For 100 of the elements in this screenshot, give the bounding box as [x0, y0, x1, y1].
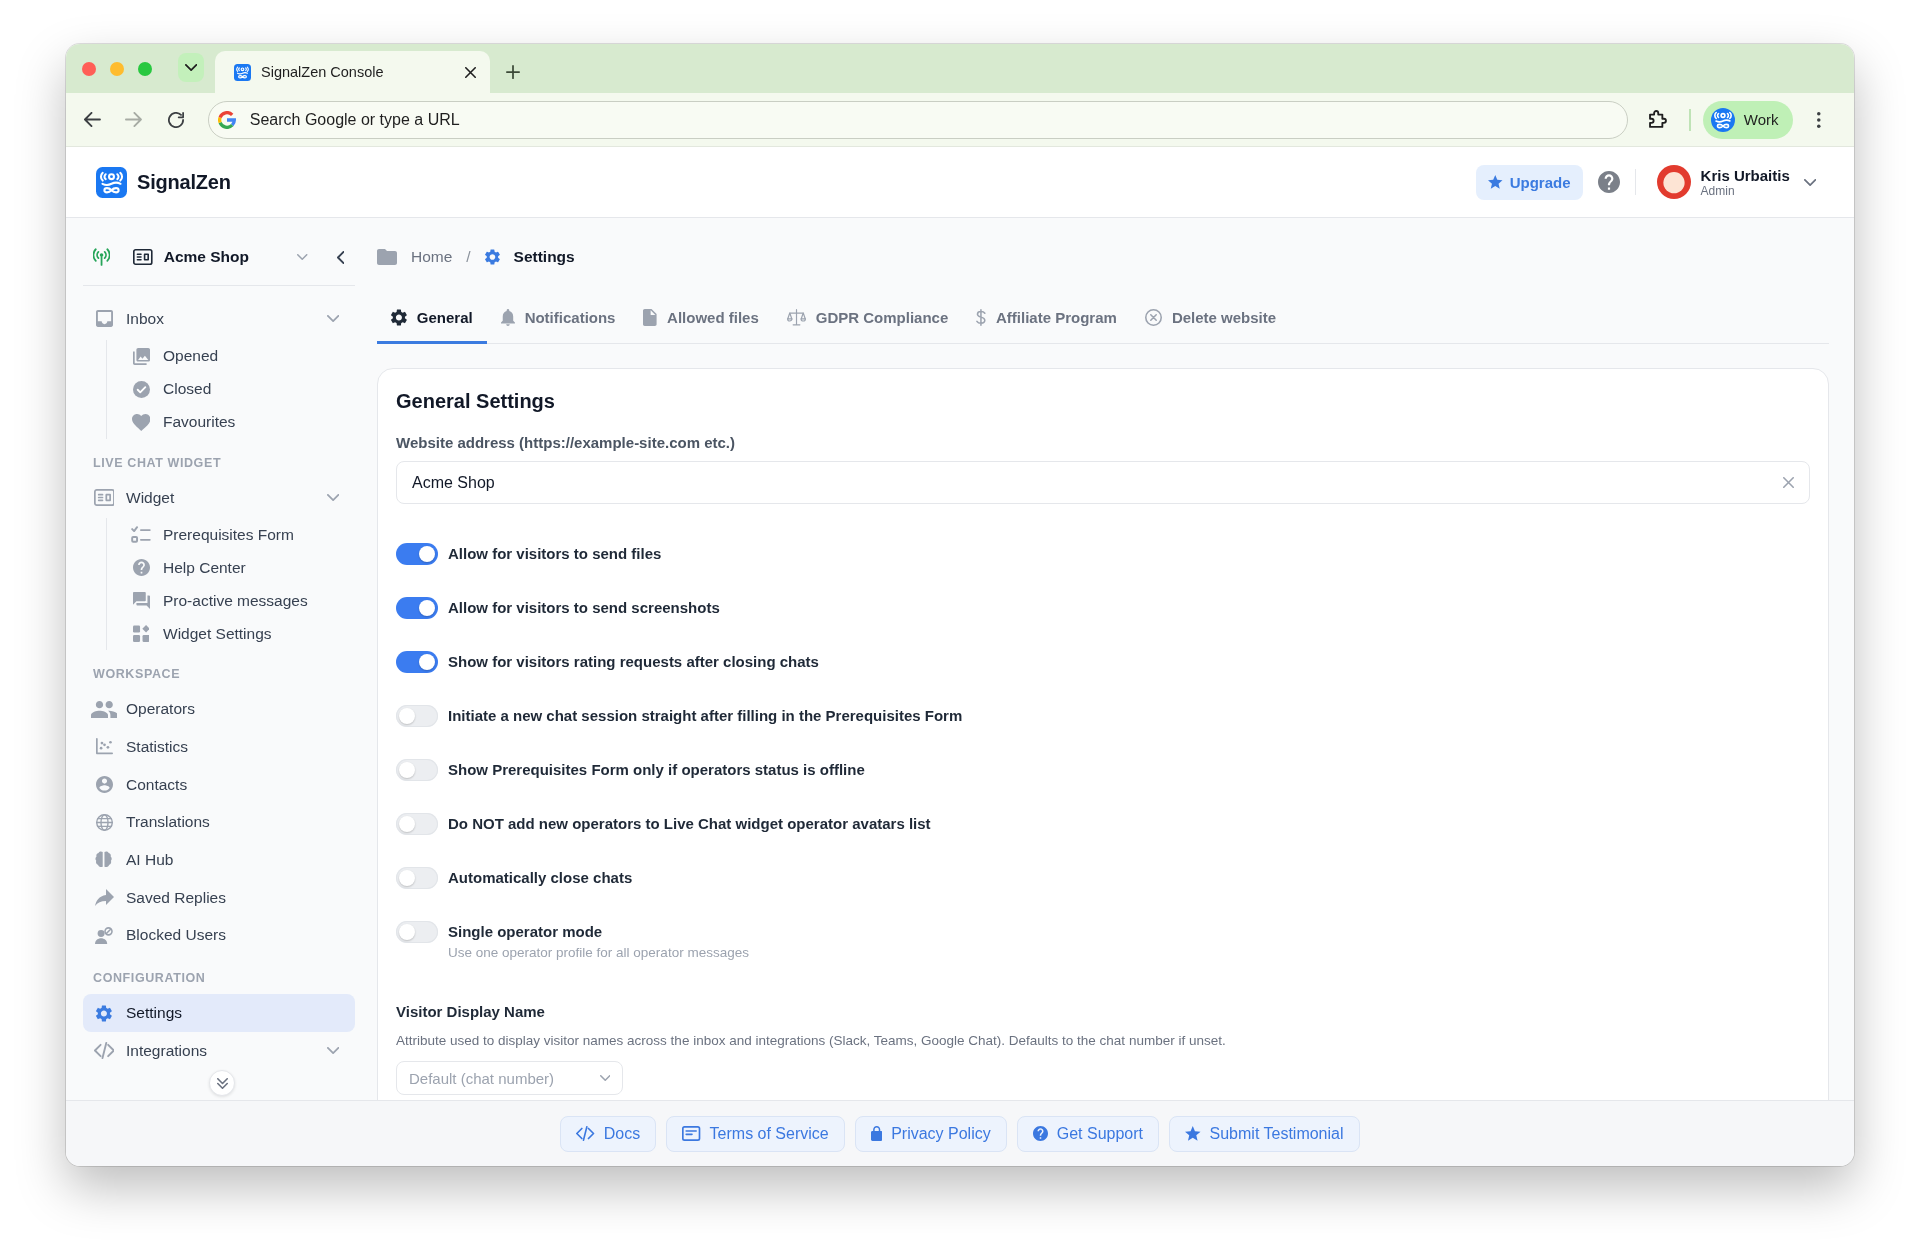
toggle-switch[interactable]	[396, 543, 438, 565]
brand-name: SignalZen	[137, 170, 231, 194]
help-icon[interactable]	[1597, 171, 1620, 193]
toggle-switch[interactable]	[396, 597, 438, 619]
help-icon	[132, 559, 150, 577]
tab[interactable]: GDPR Compliance	[772, 293, 963, 344]
logo-icon	[234, 63, 251, 81]
toggle-switch[interactable]	[396, 921, 438, 943]
globe-icon	[95, 813, 113, 831]
website-field[interactable]: Acme Shop	[396, 461, 1810, 504]
toggle-switch[interactable]	[396, 813, 438, 835]
chevron-left-icon[interactable]	[336, 250, 344, 264]
chevron-down-icon[interactable]	[326, 1047, 339, 1055]
scatter-chart-icon	[95, 738, 113, 756]
website-selector[interactable]: Acme Shop	[133, 239, 337, 275]
check-badge-icon	[132, 380, 150, 398]
footer-link[interactable]: Privacy Policy	[854, 1115, 1007, 1152]
close-circle-icon	[1144, 308, 1162, 326]
chevron-down-icon[interactable]	[326, 315, 339, 323]
signal-icon	[93, 248, 111, 266]
images-icon	[132, 347, 150, 365]
nav-item[interactable]: Settings	[83, 994, 355, 1032]
toggle-switch[interactable]	[396, 759, 438, 781]
heart-icon	[131, 413, 151, 431]
footer-link[interactable]: Docs	[560, 1115, 657, 1152]
chat-bubbles-icon	[132, 592, 150, 610]
nav-item[interactable]: Widget Settings	[132, 617, 355, 651]
inbox-tray-icon	[95, 310, 113, 328]
toggle-switch[interactable]	[396, 705, 438, 727]
nav-item[interactable]: Favourites	[132, 405, 355, 439]
nav-item[interactable]: Inbox	[83, 300, 355, 338]
puzzle-icon[interactable]	[1648, 110, 1668, 129]
nav-item[interactable]: Contacts	[83, 765, 355, 804]
toggle-switch[interactable]	[396, 867, 438, 889]
tab[interactable]: Allowed files	[629, 293, 773, 344]
close-icon[interactable]	[465, 66, 476, 78]
nav-item[interactable]: Saved Replies	[83, 878, 355, 917]
back-arrow-icon[interactable]	[84, 112, 101, 127]
section-heading: LIVE CHAT WIDGET	[92, 454, 223, 472]
browser-tab[interactable]: SignalZen Console	[215, 51, 490, 93]
toggle-label: Show Prerequisites Form only if operators status is offline	[448, 760, 865, 780]
footer-link[interactable]: Terms of Service	[666, 1115, 845, 1152]
code-icon	[576, 1126, 595, 1141]
logo-icon	[1710, 107, 1735, 132]
nav-item[interactable]: Help Center	[132, 551, 355, 585]
profile-button[interactable]: Work	[1702, 100, 1794, 139]
star-icon	[1185, 1126, 1201, 1141]
toggle-label: Allow for visitors to send screenshots	[448, 598, 720, 618]
nav-item[interactable]: Prerequisites Form	[132, 518, 355, 552]
nav-item[interactable]: Blocked Users	[83, 916, 355, 955]
forward-arrow-icon	[94, 889, 114, 907]
document-icon	[682, 1126, 701, 1141]
nav-item[interactable]: Closed	[132, 372, 355, 406]
toggle-hint: Use one operator profile for all operator messages	[448, 944, 749, 962]
chevron-down-icon[interactable]	[326, 494, 339, 502]
nav-item[interactable]: Pro-active messages	[132, 584, 355, 618]
user-blocked-icon	[95, 926, 113, 944]
clear-icon[interactable]	[1783, 477, 1794, 488]
upgrade-button[interactable]: Upgrade	[1476, 164, 1583, 200]
section-heading: WORKSPACE	[92, 666, 182, 684]
breadcrumb-link[interactable]: Home	[377, 248, 453, 266]
double-chevron-down-icon	[216, 1077, 228, 1089]
footer-link[interactable]: Get Support	[1016, 1115, 1159, 1152]
toggle-label: Show for visitors rating requests after closing chats	[448, 652, 819, 672]
panel-icon	[133, 249, 153, 265]
settings-icon	[391, 308, 407, 326]
scroll-down-button[interactable]	[209, 1070, 235, 1096]
nav-item[interactable]: Opened	[132, 339, 355, 373]
nav-item[interactable]: Statistics	[83, 728, 355, 766]
new-tab-icon[interactable]	[506, 65, 520, 79]
toggle-label: Automatically close chats	[448, 868, 633, 888]
more-icon[interactable]	[1817, 111, 1822, 128]
tab[interactable]: General	[377, 293, 487, 344]
avatar-icon[interactable]	[1656, 165, 1691, 199]
nav-item[interactable]: Integrations	[83, 1031, 355, 1070]
star-icon	[1488, 175, 1503, 189]
window-close-icon[interactable]	[82, 62, 96, 76]
tab[interactable]: Affiliate Program	[962, 293, 1131, 344]
reload-icon[interactable]	[167, 111, 184, 128]
code-icon	[93, 1042, 115, 1060]
lock-icon	[870, 1126, 883, 1141]
breadcrumb-current[interactable]: Settings	[484, 248, 575, 266]
users-icon	[90, 700, 118, 718]
settings-icon	[96, 1004, 112, 1022]
tab[interactable]: Delete website	[1130, 293, 1291, 344]
nav-item[interactable]: AI Hub	[83, 841, 355, 879]
footer-link[interactable]: Submit Testimonial	[1169, 1115, 1360, 1152]
chevron-down-icon[interactable]	[1803, 178, 1816, 186]
breadcrumb-separator: /	[466, 248, 471, 266]
tab-list-button[interactable]	[178, 53, 204, 82]
nav-item[interactable]: Widget	[83, 478, 355, 517]
nav-item[interactable]: Operators	[83, 690, 355, 729]
nav-item[interactable]: Translations	[83, 803, 355, 842]
toggle-switch[interactable]	[396, 651, 438, 673]
tab[interactable]: Notifications	[486, 293, 630, 344]
field-description: Attribute used to display visitor names across the inbox and integrations (Slack, Teams, Google Chat). Defaults to the chat number if unset.	[396, 1032, 1227, 1050]
dollar-icon	[976, 308, 987, 326]
grid-icon	[132, 625, 150, 643]
folder-icon	[377, 249, 397, 265]
address-bar[interactable]: Search Google or type a URL	[207, 100, 1628, 139]
